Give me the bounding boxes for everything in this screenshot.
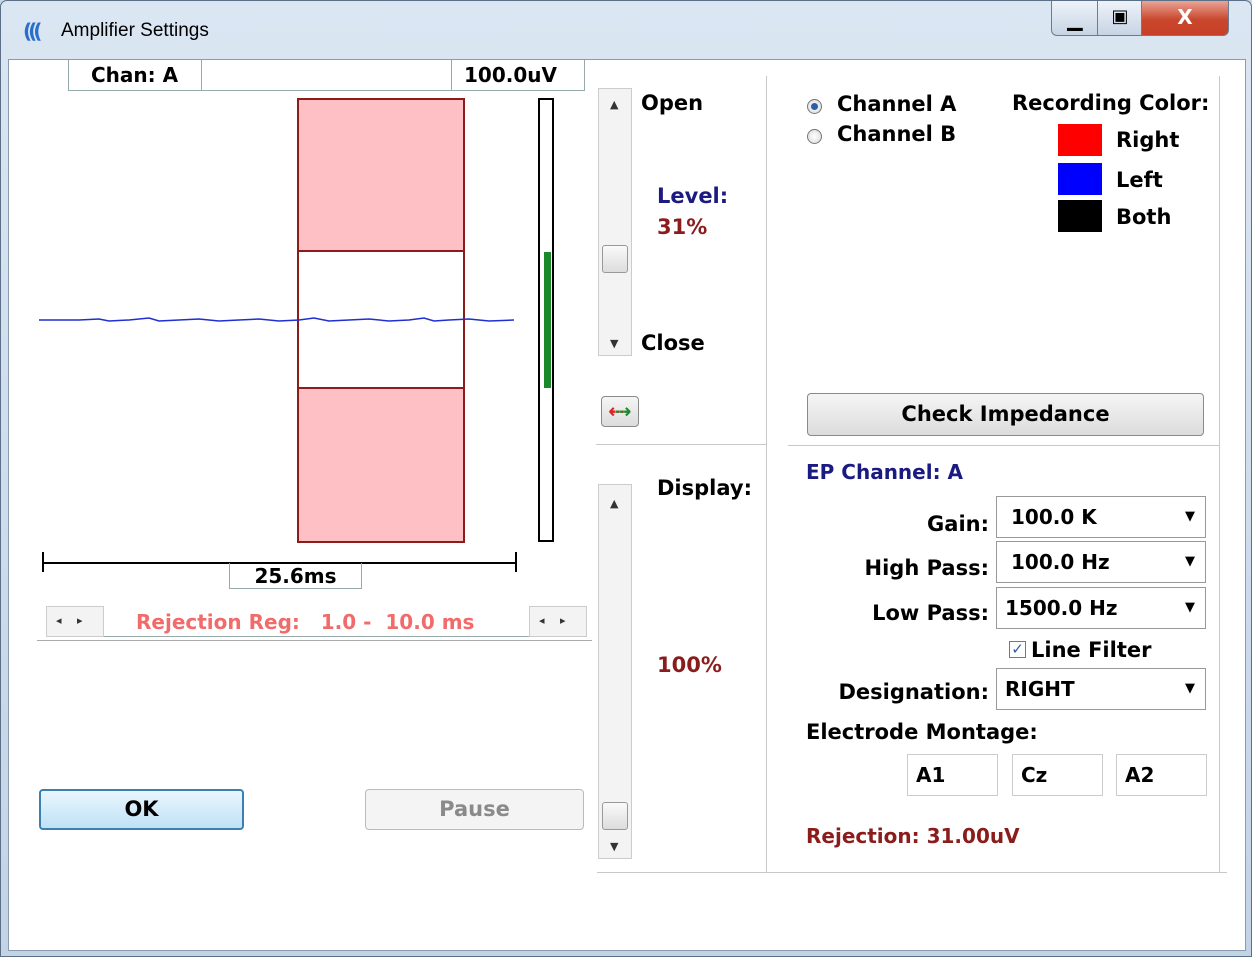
montage-value-1: A1: [916, 763, 946, 787]
time-scale-tick-right: [515, 552, 517, 572]
color-label-left: Left: [1116, 168, 1163, 192]
ok-label: OK: [124, 797, 159, 821]
montage-input-1[interactable]: A1: [907, 754, 998, 796]
dialog-client-area: Chan: A 100.0uV 25.6ms ◂ ▸ Rejection Reg…: [8, 59, 1246, 951]
scroll-right-icon[interactable]: ▸: [77, 614, 83, 627]
window-title: Amplifier Settings: [61, 20, 209, 41]
level-meter-fill: [544, 252, 551, 388]
color-swatch-left[interactable]: [1058, 163, 1102, 195]
designation-value: RIGHT: [1005, 677, 1075, 701]
open-label: Open: [641, 91, 704, 115]
channel-b-label[interactable]: Channel B: [837, 122, 956, 146]
rejection-value: Rejection: 31.00uV: [806, 824, 1020, 848]
high-pass-select[interactable]: 100.0 Hz ▼: [996, 541, 1206, 583]
waveform-trace: [39, 317, 515, 322]
ep-group-rule: [788, 445, 1220, 446]
montage-value-2: Cz: [1021, 763, 1048, 787]
ok-button[interactable]: OK: [39, 789, 244, 830]
level-label: Level:: [657, 184, 729, 208]
scroll-right-icon[interactable]: ▸: [560, 614, 566, 627]
minimize-button[interactable]: ▁: [1051, 1, 1099, 36]
pause-button[interactable]: Pause: [365, 789, 584, 830]
chevron-down-icon: ▼: [1185, 681, 1195, 696]
high-pass-label: High Pass:: [864, 556, 989, 580]
channel-b-radio[interactable]: [807, 129, 822, 144]
montage-value-3: A2: [1125, 763, 1155, 787]
time-scale-tick-left: [42, 552, 44, 572]
designation-select[interactable]: RIGHT ▼: [996, 668, 1206, 710]
display-slider[interactable]: ▲ ▼: [598, 484, 632, 859]
gain-select[interactable]: 100.0 K ▼: [996, 496, 1206, 538]
designation-label: Designation:: [838, 680, 989, 704]
level-slider-thumb[interactable]: [602, 245, 628, 273]
swap-arrows-icon: ⇠⇢: [608, 399, 632, 423]
slider-down-icon[interactable]: ▼: [610, 840, 618, 853]
display-slider-thumb[interactable]: [602, 802, 628, 830]
chevron-down-icon: ▼: [1185, 554, 1195, 569]
rejection-region-label-box: Rejection Reg: 1.0 - 10.0 ms: [104, 606, 529, 637]
level-value: 31%: [657, 215, 708, 239]
rejection-start-scroll[interactable]: ◂ ▸: [46, 606, 104, 637]
bottom-rule: [597, 872, 1227, 873]
title-bar[interactable]: ((( Amplifier Settings ▁ ▣ X: [1, 1, 1251, 59]
montage-input-2[interactable]: Cz: [1012, 754, 1103, 796]
rejection-end-scroll[interactable]: ◂ ▸: [529, 606, 587, 637]
scale-label: 100.0uV: [464, 63, 557, 87]
channel-a-label[interactable]: Channel A: [837, 92, 956, 116]
rejection-zone-top: [297, 98, 465, 252]
chevron-down-icon: ▼: [1185, 509, 1195, 524]
time-label-box: 25.6ms: [229, 563, 362, 589]
low-pass-select[interactable]: 1500.0 Hz ▼: [996, 587, 1206, 629]
pause-label: Pause: [439, 797, 510, 821]
maximize-button[interactable]: ▣: [1097, 1, 1143, 36]
gain-label: Gain:: [927, 512, 989, 536]
scroll-left-icon[interactable]: ◂: [539, 614, 545, 627]
color-swatch-both[interactable]: [1058, 200, 1102, 232]
color-label-right: Right: [1116, 128, 1180, 152]
channel-a-radio[interactable]: [807, 99, 822, 114]
channel-label: Chan: A: [91, 63, 179, 87]
middle-divider: [766, 445, 767, 873]
montage-input-3[interactable]: A2: [1116, 754, 1207, 796]
app-icon: (((: [23, 19, 43, 43]
slider-down-icon[interactable]: ▼: [610, 337, 618, 350]
electrode-montage-label: Electrode Montage:: [806, 720, 1038, 744]
header-divider-right: [451, 60, 452, 91]
channel-header: Chan: A 100.0uV: [68, 60, 585, 91]
low-pass-label: Low Pass:: [872, 601, 989, 625]
level-slider[interactable]: ▲ ▼: [598, 88, 632, 356]
rejection-region-label: Rejection Reg: 1.0 - 10.0 ms: [136, 610, 475, 634]
minimize-icon: ▁: [1067, 7, 1083, 31]
color-label-both: Both: [1116, 205, 1172, 229]
gain-value: 100.0 K: [1011, 505, 1097, 529]
line-filter-checkbox[interactable]: ✓: [1009, 641, 1026, 658]
time-label: 25.6ms: [254, 564, 337, 588]
swap-channels-button[interactable]: ⇠⇢: [601, 396, 639, 427]
high-pass-value: 100.0 Hz: [1011, 550, 1110, 574]
maximize-icon: ▣: [1111, 6, 1129, 27]
display-value: 100%: [657, 653, 722, 677]
color-swatch-right[interactable]: [1058, 124, 1102, 156]
check-impedance-button[interactable]: Check Impedance: [807, 393, 1204, 436]
slider-up-icon[interactable]: ▲: [610, 98, 618, 111]
low-pass-value: 1500.0 Hz: [1005, 596, 1118, 620]
slider-up-icon[interactable]: ▲: [610, 497, 618, 510]
display-label: Display:: [657, 476, 752, 500]
left-panel-divider: [37, 640, 592, 641]
amplifier-settings-window: ((( Amplifier Settings ▁ ▣ X Chan: A 100…: [0, 0, 1252, 957]
recording-color-title: Recording Color:: [1012, 91, 1210, 115]
close-button[interactable]: X: [1141, 1, 1229, 36]
check-impedance-label: Check Impedance: [901, 402, 1110, 426]
header-divider-left: [201, 60, 202, 91]
close-icon: X: [1177, 5, 1193, 29]
ep-group-rule-right: [1219, 445, 1220, 873]
scroll-left-icon[interactable]: ◂: [56, 614, 62, 627]
chevron-down-icon: ▼: [1185, 600, 1195, 615]
ep-channel-title: EP Channel: A: [806, 460, 964, 484]
rejection-zone-bottom: [297, 387, 465, 543]
close-label: Close: [641, 331, 705, 355]
line-filter-label[interactable]: Line Filter: [1031, 638, 1151, 662]
